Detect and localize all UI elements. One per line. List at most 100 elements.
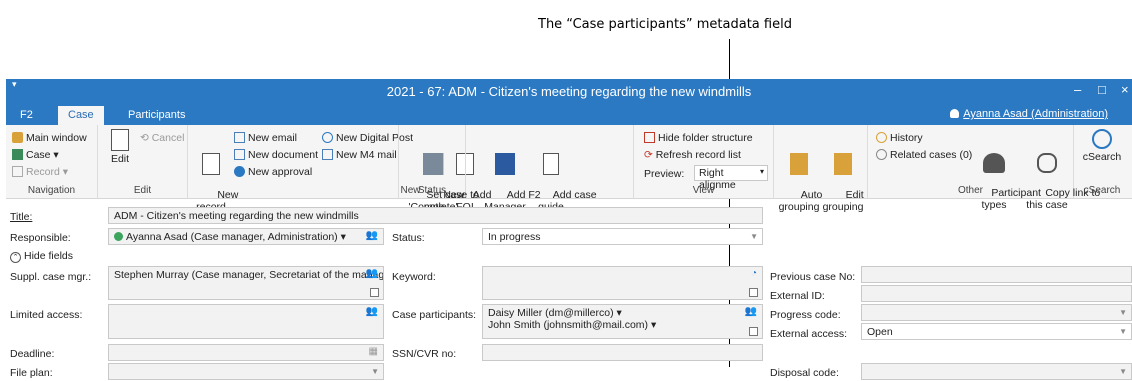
history-button[interactable]: History [876,132,923,144]
status-select[interactable]: In progress ▼ [482,228,763,245]
user-name: Ayanna Asad (Administration) [963,108,1108,120]
limited-access-field[interactable]: 👥 [108,304,384,339]
status-dot-icon [114,232,123,241]
keyword-label: Keyword: [392,271,436,283]
preview-select[interactable]: Right alignme ▾ [694,165,768,191]
record-menu-button[interactable]: Record ▾ [12,166,68,178]
ssn-cvr-label: SSN/CVR no: [392,348,457,360]
keyword-icon[interactable]: ◔ [751,268,757,279]
chevron-down-icon: ▼ [1119,367,1127,376]
keyword-field[interactable]: ◔ [482,266,763,300]
chevron-down-icon: ▼ [1119,327,1127,336]
case-menu-button[interactable]: Case ▾ [12,149,59,161]
progress-code-select[interactable]: ▼ [861,304,1132,321]
minimize-button[interactable]: – [1074,82,1081,97]
close-button[interactable]: × [1121,82,1129,97]
previous-case-label: Previous case No: [770,271,856,283]
responsible-field[interactable]: Ayanna Asad (Case manager, Administratio… [108,228,384,245]
new-record-icon [202,153,220,175]
expand-icon[interactable] [749,288,758,297]
expand-icon[interactable] [370,288,379,297]
case-icon [12,149,23,160]
case-metadata-form: Title: ADM - Citizen's meeting regarding… [6,205,1132,381]
external-id-field[interactable] [861,285,1132,302]
title-field[interactable]: ADM - Citizen's meeting regarding the ne… [108,207,763,224]
previous-case-field[interactable] [861,266,1132,283]
chevron-down-icon: ▼ [1119,308,1127,317]
complete-icon [423,153,443,175]
limited-access-label: Limited access: [10,309,83,321]
user-menu[interactable]: Ayanna Asad (Administration) [950,108,1108,120]
user-icon [950,109,960,118]
group-grouping: Auto grouping Edit grouping [774,125,868,213]
file-plan-select[interactable]: ▼ [108,363,384,380]
tab-case[interactable]: Case [58,106,104,125]
person-picker-icon[interactable]: 👥 [366,230,378,241]
group-status: Set case to 'Complete' Status [398,125,479,213]
case-participants-field[interactable]: Daisy Miller (dm@millerco) ▾ John Smith … [482,304,763,339]
person-picker-icon[interactable]: 👥 [366,268,378,279]
hide-fields-toggle[interactable]: ⌃ Hide fields [10,250,73,263]
new-m4-mail-button[interactable]: New M4 mail [322,149,397,161]
f2-case-window: ▾ 2021 - 67: ADM - Citizen's meeting reg… [6,79,1132,381]
refresh-record-list-button[interactable]: ⟳ Refresh record list [644,149,741,161]
edit-button[interactable]: Edit [108,129,132,165]
group-label-csearch: cSearch [1083,185,1121,196]
title-label: Title: [10,211,33,223]
maximize-button[interactable]: □ [1098,82,1106,97]
new-approval-button[interactable]: New approval [234,166,312,178]
home-icon [12,132,23,143]
deadline-label: Deadline: [10,348,55,360]
progress-code-label: Progress code: [770,309,841,321]
preview-label: Preview: [644,168,685,180]
auto-grouping-icon [790,153,808,175]
external-access-select[interactable]: Open ▼ [861,323,1132,340]
external-id-label: External ID: [770,290,825,302]
expand-icon[interactable] [749,327,758,336]
disposal-code-select[interactable]: ▼ [861,363,1132,380]
annotation: The “Case participants” metadata field [0,17,1132,367]
status-label: Status: [392,232,425,244]
cancel-button[interactable]: ⟲ Cancel [140,132,184,144]
case-participants-label: Case participants: [392,309,477,321]
participant-item[interactable]: Daisy Miller (dm@millerco) ▾ [488,307,757,319]
group-other: History Related cases (0) Participant ty… [868,125,1100,211]
document-icon [234,149,245,160]
history-icon [876,132,887,143]
main-window-button[interactable]: Main window [12,132,87,144]
hide-folder-structure-button[interactable]: Hide folder structure [644,132,753,144]
group-label-edit: Edit [133,185,152,196]
m4-mail-icon [322,149,333,160]
new-email-button[interactable]: New email [234,132,297,144]
tab-f2[interactable]: F2 [10,106,43,125]
group-view: Hide folder structure ⟳ Refresh record l… [634,125,774,199]
participants-icon [983,153,1005,173]
record-icon [12,166,23,177]
suppl-case-mgr-field[interactable]: Stephen Murray (Case manager, Secretaria… [108,266,384,300]
file-plan-label: File plan: [10,367,53,379]
calendar-icon[interactable]: ▦ [369,346,378,357]
related-cases-button[interactable]: Related cases (0) [876,149,972,161]
csearch-button[interactable]: cSearch [1078,129,1126,163]
window-title: 2021 - 67: ADM - Citizen's meeting regar… [386,84,752,99]
new-document-button[interactable]: New document [234,149,318,161]
ssn-cvr-field[interactable] [482,344,763,361]
approval-icon [234,166,245,177]
f2-manager-icon [495,153,515,175]
participant-item[interactable]: John Smith (johnsmith@mail.com) ▾ [488,319,757,331]
refresh-icon: ⟳ [644,149,656,161]
person-picker-icon[interactable]: 👥 [366,306,378,317]
person-picker-icon[interactable]: 👥 [745,306,757,318]
edit-grouping-icon [834,153,852,175]
group-label-navigation: Navigation [27,185,76,196]
related-cases-icon [876,149,887,160]
tab-participants[interactable]: Participants [118,106,195,125]
folder-structure-icon [644,132,655,143]
group-label-other: Other [957,185,983,196]
group-label-status: Status [417,185,447,196]
email-icon [234,132,245,143]
chevron-down-icon: ▼ [750,232,758,241]
deadline-field[interactable]: ▦ [108,344,384,361]
ribbon: Main window Case ▾ Record ▾ Navigation E… [6,125,1132,213]
external-access-label: External access: [770,328,848,340]
